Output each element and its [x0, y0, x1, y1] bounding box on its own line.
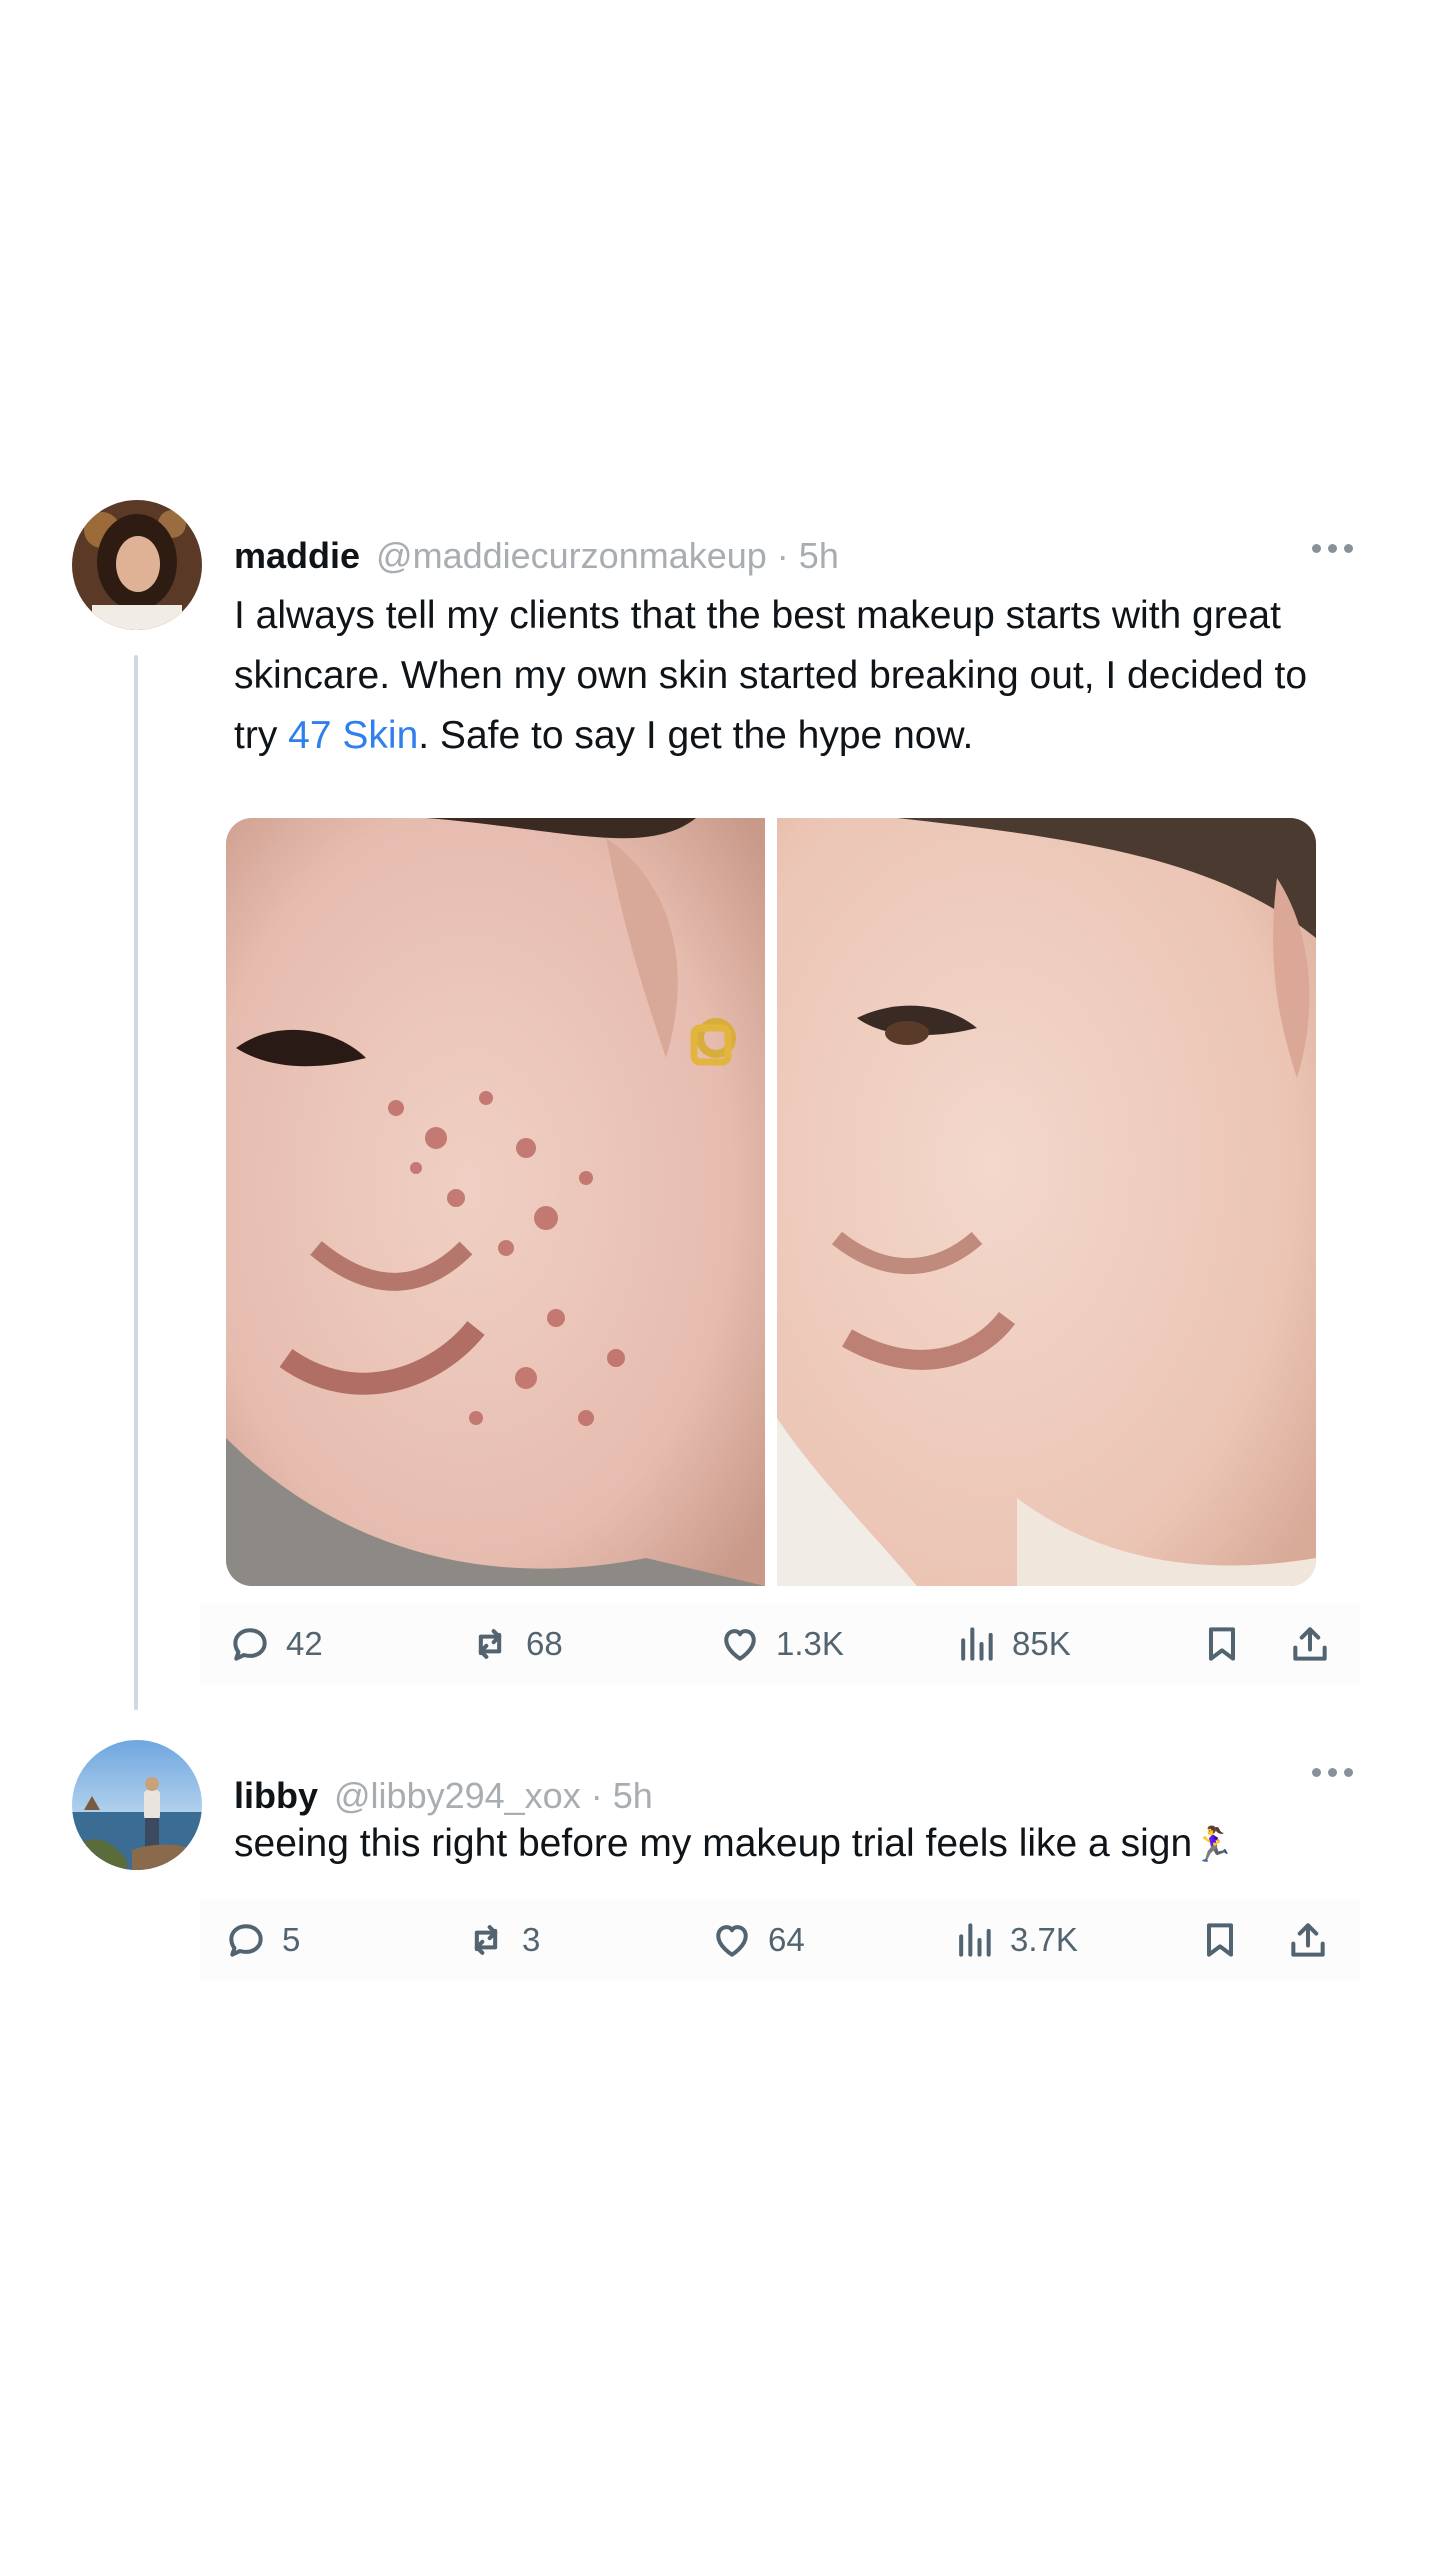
user-handle[interactable]: @maddiecurzonmakeup [376, 535, 767, 577]
post-libby[interactable]: libby @libby294_xox · 5h seeing this rig… [0, 1720, 1440, 2020]
bookmark-button[interactable] [1198, 1900, 1242, 1980]
post-text: seeing this right before my makeup trial… [234, 1822, 1235, 1865]
share-upload-icon [1291, 1923, 1325, 1957]
bar-chart-icon [959, 1923, 991, 1957]
bookmark-icon [1208, 1627, 1236, 1661]
share-button[interactable] [1286, 1900, 1330, 1980]
bookmark-icon [1206, 1923, 1234, 1957]
post-text: I always tell my clients that the best m… [234, 594, 1308, 757]
view-count: 3.7K [1010, 1921, 1078, 1958]
separator-dot: · [590, 1775, 603, 1816]
repost-count: 3 [522, 1921, 541, 1958]
like-count: 64 [768, 1921, 805, 1958]
display-name[interactable]: maddie [234, 535, 360, 577]
display-name[interactable]: libby [234, 1775, 318, 1817]
view-count: 85K [1012, 1625, 1071, 1662]
avatar-maddie[interactable] [72, 500, 202, 630]
reply-button[interactable]: 42 [228, 1604, 323, 1684]
bar-chart-icon [961, 1627, 993, 1661]
separator-dot: · [776, 535, 789, 576]
after-photo[interactable] [777, 818, 1316, 1586]
speech-bubble-icon [229, 1924, 263, 1957]
mention-link[interactable]: 47 Skin [288, 714, 418, 757]
timestamp[interactable]: 5h [799, 535, 839, 577]
action-bar: 42 68 1.3K 85K [200, 1604, 1360, 1684]
share-button[interactable] [1288, 1604, 1332, 1684]
heart-icon [716, 1925, 748, 1957]
bookmark-button[interactable] [1200, 1604, 1244, 1684]
share-upload-icon [1293, 1627, 1327, 1661]
running-woman-emoji: 🏃‍♀️ [1192, 1826, 1235, 1864]
action-bar: 5 3 64 3.7K [200, 1900, 1360, 1980]
timestamp[interactable]: 5h [613, 1775, 653, 1817]
heart-icon [724, 1629, 756, 1661]
views-button[interactable]: 3.7K [952, 1900, 1078, 1980]
user-handle[interactable]: @libby294_xox [334, 1775, 581, 1817]
before-photo[interactable] [226, 818, 765, 1586]
media-grid[interactable] [226, 818, 1316, 1586]
more-options-icon[interactable] [1302, 528, 1362, 568]
like-button[interactable]: 64 [710, 1900, 805, 1980]
repost-arrows-icon [474, 1925, 498, 1955]
post-maddie[interactable]: maddie @maddiecurzonmakeup · 5h I always… [0, 0, 1440, 1720]
post-header: libby @libby294_xox · 5h [234, 1772, 653, 1820]
like-button[interactable]: 1.3K [718, 1604, 844, 1684]
repost-arrows-icon [478, 1629, 502, 1659]
repost-count: 68 [526, 1625, 563, 1662]
repost-button[interactable]: 68 [468, 1604, 563, 1684]
post-header: maddie @maddiecurzonmakeup · 5h [234, 532, 839, 580]
reply-button[interactable]: 5 [224, 1900, 300, 1980]
like-count: 1.3K [776, 1625, 844, 1662]
views-button[interactable]: 85K [954, 1604, 1071, 1684]
reply-count: 42 [286, 1625, 323, 1662]
thread-connector-line [134, 655, 138, 1710]
more-options-icon[interactable] [1302, 1752, 1362, 1792]
speech-bubble-icon [233, 1628, 267, 1661]
repost-button[interactable]: 3 [464, 1900, 540, 1980]
reply-count: 5 [282, 1921, 301, 1958]
avatar-libby[interactable] [72, 1740, 202, 1870]
